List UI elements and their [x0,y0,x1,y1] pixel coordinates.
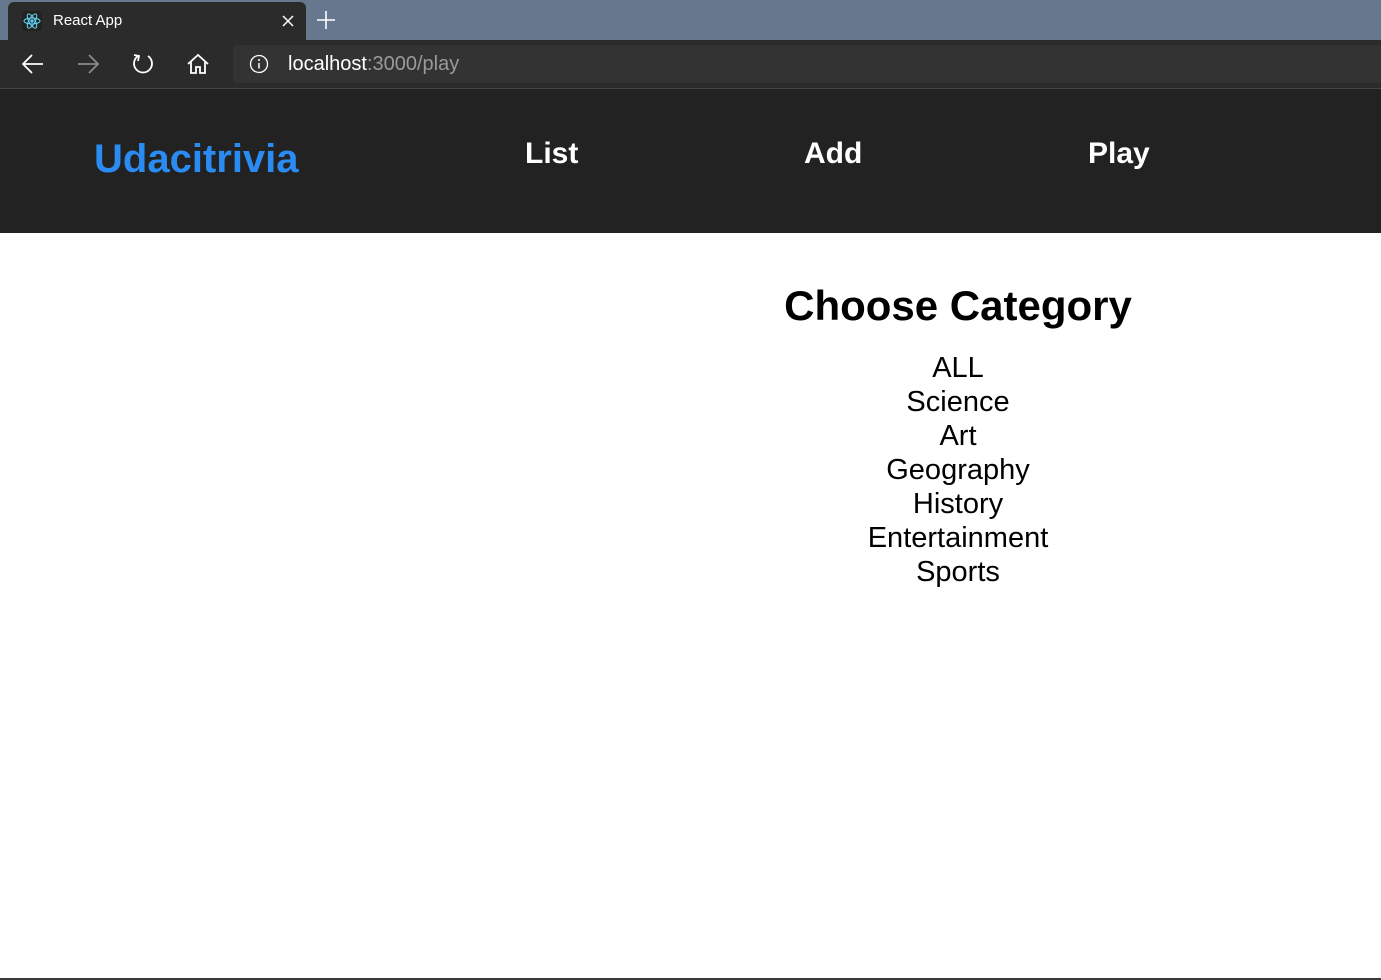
browser-toolbar: localhost:3000/play [0,40,1381,89]
reload-icon[interactable] [129,50,157,78]
url-host: localhost [288,53,367,75]
url-text[interactable]: localhost:3000/play [288,53,459,76]
app-header: Udacitrivia List Add Play [0,89,1381,233]
page-title: Choose Category [784,282,1132,329]
url-path: :3000/play [366,53,460,75]
browser-tab[interactable]: React App [8,2,306,40]
category-item-art[interactable]: Art [736,419,1180,453]
arrow-right-icon[interactable] [74,50,102,78]
category-item-science[interactable]: Science [736,385,1180,419]
category-item-geography[interactable]: Geography [736,453,1180,487]
category-item-history[interactable]: History [736,487,1180,521]
address-bar[interactable]: localhost:3000/play [233,45,1381,83]
plus-icon[interactable] [314,8,338,32]
brand-logo[interactable]: Udacitrivia [94,137,299,182]
tab-title: React App [53,12,123,29]
nav-link-list[interactable]: List [525,137,578,171]
arrow-left-icon[interactable] [19,50,47,78]
category-item-all[interactable]: ALL [736,351,1180,385]
info-icon[interactable] [249,54,269,74]
close-icon[interactable] [278,11,298,31]
nav-link-add[interactable]: Add [804,137,862,171]
nav-link-play[interactable]: Play [1088,137,1150,171]
main-content: Choose Category ALL Science Art Geograph… [0,233,1381,980]
react-logo-icon [22,11,42,31]
category-item-entertainment[interactable]: Entertainment [736,521,1180,555]
category-panel: Choose Category ALL Science Art Geograph… [736,281,1180,589]
home-icon[interactable] [184,50,212,78]
category-item-sports[interactable]: Sports [736,555,1180,589]
browser-tabstrip: React App [0,0,1381,40]
category-list: ALL Science Art Geography History Entert… [736,351,1180,589]
